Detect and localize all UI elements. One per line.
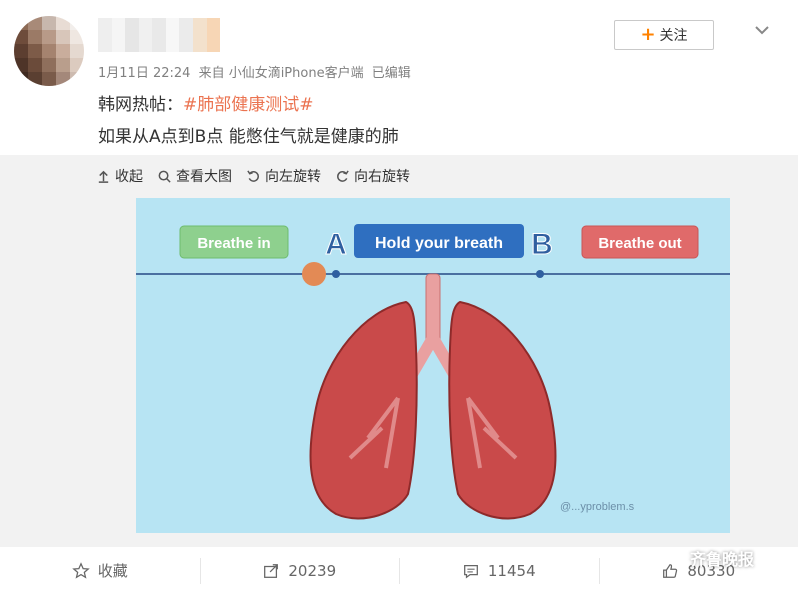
edited-label[interactable]: 已编辑: [372, 66, 411, 81]
collapse-button[interactable]: 收起: [96, 166, 143, 186]
image-credit: @...yproblem.s: [560, 501, 635, 513]
rotate-right-icon: [337, 169, 349, 182]
lung-test-illustration: Breathe in A Hold your breath B Breathe …: [136, 198, 730, 533]
point-b-label: B: [531, 228, 553, 261]
post-date[interactable]: 1月11日 22:24: [98, 66, 190, 81]
comment-icon: [463, 564, 478, 579]
post-prefix: 韩网热帖：: [98, 95, 183, 115]
like-count: 80330: [687, 561, 736, 580]
image-toolbar: 收起 查看大图 向左旋转 向右旋转: [96, 165, 410, 187]
repost-button[interactable]: 20239: [199, 557, 400, 584]
post-meta: 1月11日 22:24 来自 小仙女滴iPhone客户端 已编辑: [98, 62, 415, 81]
rotate-right-button[interactable]: 向右旋转: [335, 166, 410, 186]
comment-button[interactable]: 11454: [399, 557, 599, 584]
share-icon: [264, 563, 279, 578]
username[interactable]: [98, 18, 221, 52]
view-large-label: 查看大图: [176, 169, 232, 185]
media-panel: 收起 查看大图 向左旋转 向右旋转 Breathe in A Hold your…: [0, 155, 798, 547]
weibo-post-card: + 关注 1月11日 22:24 来自 小仙女滴iPhone客户端 已编辑 韩网…: [0, 0, 798, 594]
follow-button[interactable]: + 关注: [614, 20, 714, 50]
action-bar: 收藏 20239 11454 80330: [0, 547, 798, 594]
breathe-out-label: Breathe out: [598, 235, 681, 252]
view-large-button[interactable]: 查看大图: [157, 166, 232, 186]
follow-label: 关注: [659, 28, 688, 44]
repost-count: 20239: [288, 561, 337, 580]
post-image[interactable]: Breathe in A Hold your breath B Breathe …: [136, 198, 730, 533]
rotate-left-button[interactable]: 向左旋转: [246, 166, 321, 186]
rotate-right-label: 向右旋转: [354, 169, 410, 185]
point-a-label: A: [325, 228, 347, 261]
post-text-line-2: 如果从A点到B点 能憋住气就是健康的肺: [98, 127, 399, 147]
star-icon: [71, 561, 90, 579]
hashtag-link[interactable]: #肺部健康测试#: [183, 95, 314, 115]
collapse-label: 收起: [115, 169, 143, 185]
rotate-left-label: 向左旋转: [265, 169, 321, 185]
avatar[interactable]: [14, 16, 84, 86]
post-text-line-1: 韩网热帖：#肺部健康测试#: [98, 90, 314, 115]
like-button[interactable]: 80330: [598, 557, 798, 584]
progress-marker: [302, 262, 326, 286]
comment-count: 11454: [487, 561, 536, 580]
favorite-label: 收藏: [97, 562, 128, 580]
hold-breath-label: Hold your breath: [375, 235, 503, 252]
plus-icon: +: [640, 24, 656, 45]
thumbs-up-icon: [663, 563, 678, 578]
chevron-down-icon[interactable]: [752, 20, 772, 40]
breathe-in-label: Breathe in: [197, 235, 270, 252]
arrow-up-icon: [98, 170, 109, 183]
search-icon: [158, 170, 171, 183]
favorite-button[interactable]: 收藏: [0, 558, 200, 584]
post-source: 来自 小仙女滴iPhone客户端: [198, 66, 364, 81]
rotate-left-icon: [247, 169, 259, 182]
